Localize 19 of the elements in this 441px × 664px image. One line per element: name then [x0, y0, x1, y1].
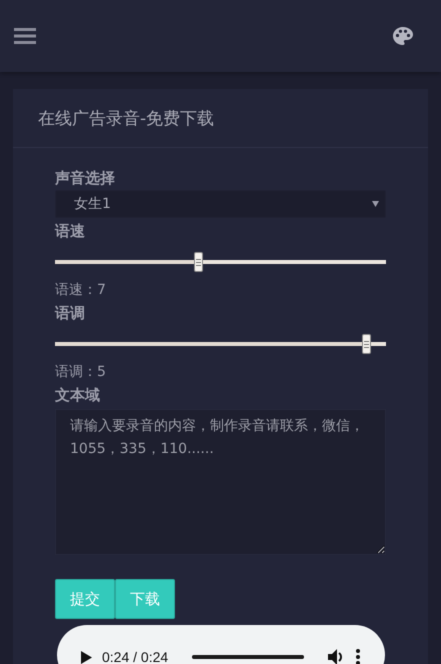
slider-value: 语调：5 [55, 363, 107, 382]
field-label: 声音选择 [55, 168, 116, 189]
palette-icon[interactable] [393, 27, 413, 45]
voice-select[interactable]: 女生1 [55, 190, 386, 218]
action-button[interactable]: 提交 [55, 579, 115, 619]
slider-value: 语速：7 [55, 281, 107, 300]
field-label: 文本域 [55, 385, 101, 406]
text-area[interactable]: 请输入要录音的内容，制作录音请联系，微信，1055，335，110...... [55, 409, 386, 555]
more-icon[interactable] [356, 649, 360, 664]
action-button[interactable]: 下载 [115, 579, 175, 619]
dropdown-arrow-icon [372, 201, 379, 207]
play-icon[interactable] [81, 650, 92, 664]
card-title: 在线广告录音-免费下载 [13, 89, 428, 148]
field-label: 语调 [55, 303, 86, 324]
menu-icon[interactable] [14, 28, 36, 44]
slider-thumb[interactable] [194, 252, 204, 272]
audio-time: 0:24 / 0:24 [102, 649, 168, 664]
slider-thumb[interactable] [362, 334, 371, 354]
field-label: 语速 [55, 221, 86, 242]
